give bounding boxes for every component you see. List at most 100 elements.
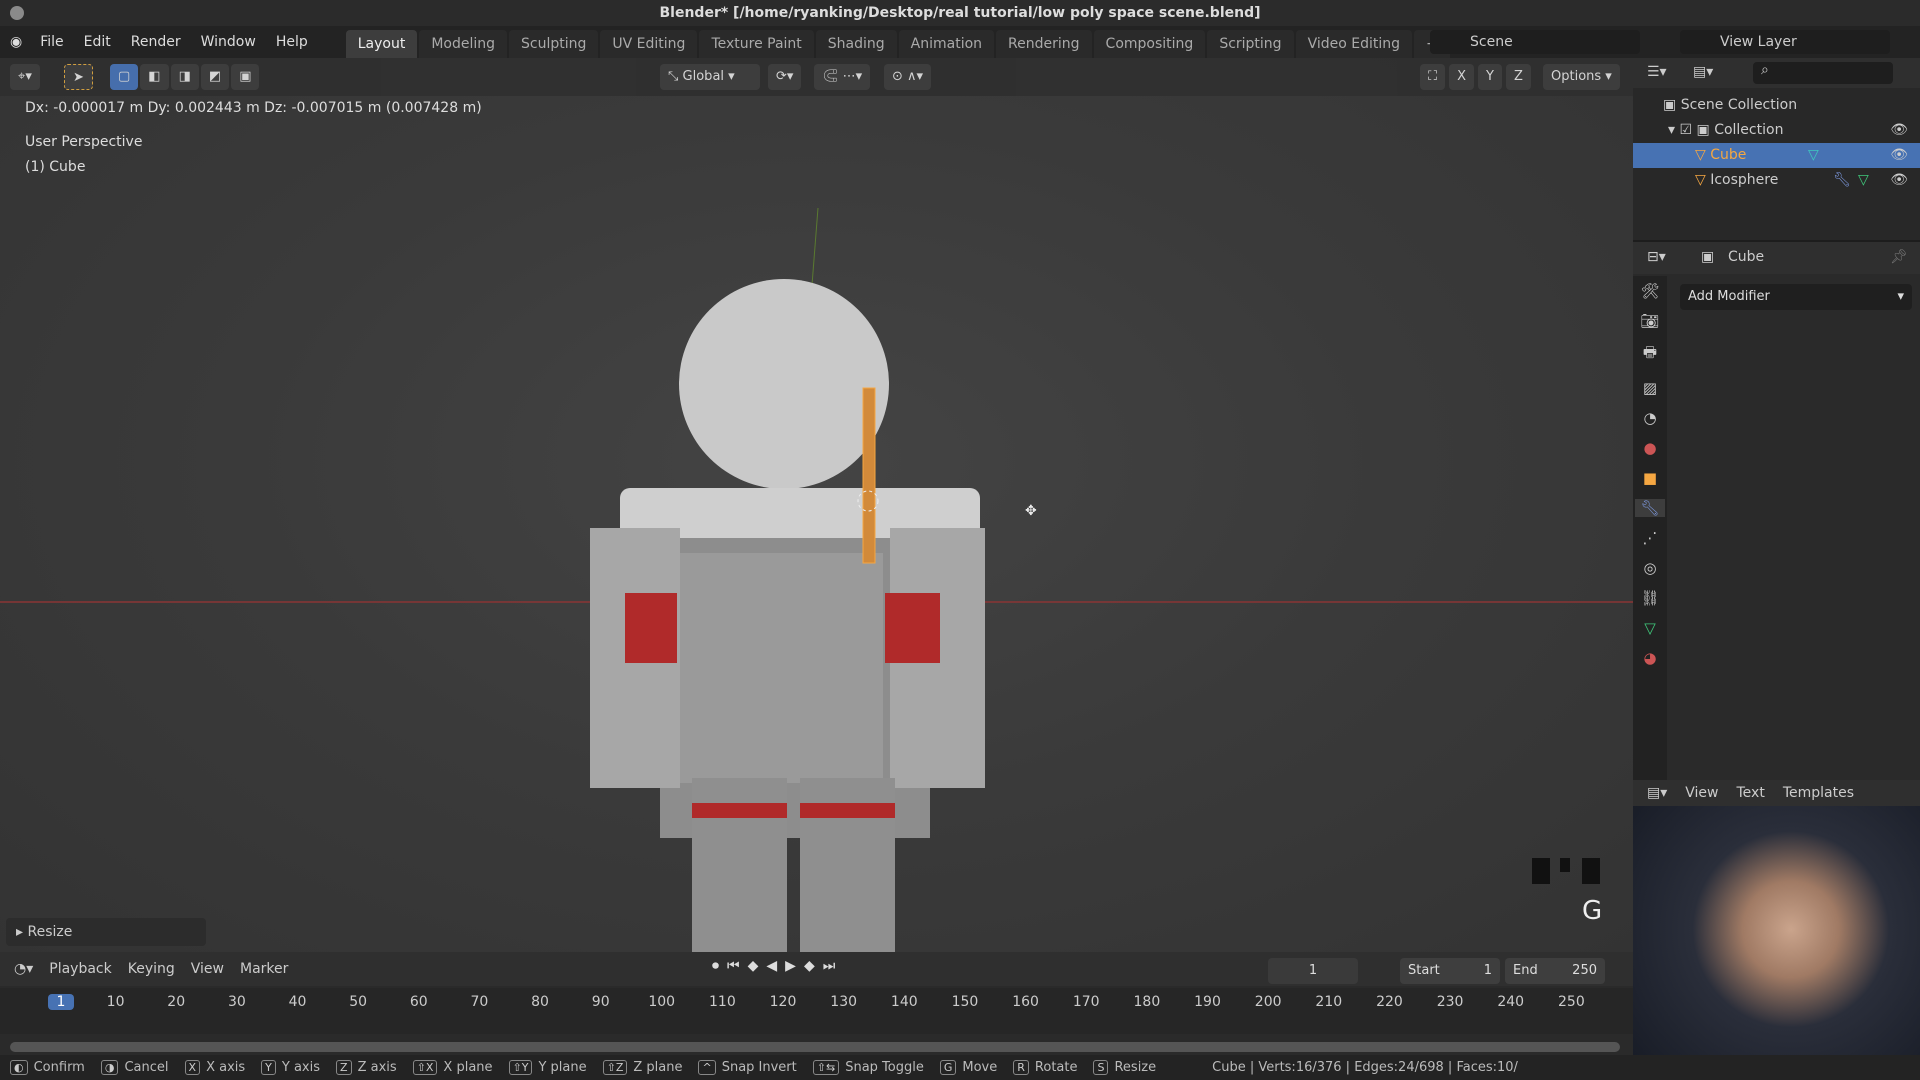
play-reverse-icon[interactable]: ◀: [766, 958, 777, 974]
scene-collection-row[interactable]: ▣ Scene Collection: [1633, 93, 1920, 118]
select-tool-icon[interactable]: ➤: [64, 64, 93, 90]
menu-render[interactable]: Render: [121, 34, 191, 50]
axis-x-toggle[interactable]: X: [1449, 64, 1475, 90]
menu-view[interactable]: View: [191, 961, 224, 977]
last-operator-panel[interactable]: ▸ Resize: [6, 918, 206, 946]
render-tab-icon[interactable]: 📷︎: [1640, 312, 1659, 330]
frame-tick: 210: [1315, 994, 1343, 1010]
jump-start-icon[interactable]: ⏮: [727, 958, 740, 974]
axis-z-toggle[interactable]: Z: [1505, 64, 1531, 90]
outliner-search-input[interactable]: ⌕: [1753, 62, 1893, 84]
tab-uv-editing[interactable]: UV Editing: [600, 30, 698, 58]
modifier-tab-icon[interactable]: 🔧︎: [1635, 499, 1665, 517]
end-frame-field[interactable]: End 250: [1505, 958, 1605, 984]
start-frame-field[interactable]: Start 1: [1400, 958, 1500, 984]
view-name: User Perspective: [25, 134, 143, 150]
constraints-tab-icon[interactable]: ⛓︎: [1640, 589, 1659, 607]
select-invert-icon[interactable]: ◩: [200, 64, 230, 90]
tab-animation[interactable]: Animation: [898, 30, 995, 58]
options-dropdown[interactable]: Options ▾: [1543, 64, 1620, 90]
frame-tick: 160: [1012, 994, 1039, 1010]
select-intersect-icon[interactable]: ▣: [231, 64, 260, 90]
select-extend-icon[interactable]: ◧: [140, 64, 169, 90]
editor-type-icon[interactable]: ⊟▾: [1647, 249, 1666, 265]
menu-window[interactable]: Window: [191, 34, 266, 50]
physics-tab-icon[interactable]: ◎: [1643, 559, 1656, 577]
transform-orientation-dropdown[interactable]: ⤡ Global ▾: [660, 64, 760, 90]
tab-video-editing[interactable]: Video Editing: [1295, 30, 1413, 58]
3d-viewport[interactable]: ⌖▾ ➤ ▢ ◧ ◨ ◩ ▣ ⤡ Global ▾ ⟳▾ 🧲︎ ⋯▾ ⊙ ∧▾ …: [0, 58, 1633, 952]
menu-playback[interactable]: Playback: [49, 961, 111, 977]
playback-controls: ⏺ ⏮ ◆ ◀ ▶ ◆ ⏭: [712, 958, 835, 974]
scene-selector[interactable]: Scene: [1430, 30, 1640, 54]
data-tab-icon[interactable]: ▽: [1644, 619, 1656, 637]
left-arm-band: [625, 593, 677, 663]
particles-tab-icon[interactable]: ⋰: [1643, 529, 1658, 547]
play-icon[interactable]: ▶: [785, 958, 796, 974]
object-tab-icon[interactable]: ■: [1643, 469, 1657, 487]
wrench-icon[interactable]: 🔧︎: [1833, 168, 1851, 193]
editor-type-icon[interactable]: ◔▾: [14, 961, 33, 977]
tab-modeling[interactable]: Modeling: [419, 30, 508, 58]
menu-file[interactable]: File: [30, 34, 73, 50]
eye-icon[interactable]: 👁︎: [1890, 168, 1908, 193]
tab-shading[interactable]: Shading: [815, 30, 897, 58]
close-window-icon[interactable]: [10, 6, 24, 20]
display-mode-icon[interactable]: ☰▾: [1647, 64, 1667, 80]
start-value: 1: [1483, 963, 1492, 978]
proportional-edit-icon[interactable]: ⊙ ∧▾: [884, 64, 932, 90]
menu-templates[interactable]: Templates: [1783, 785, 1854, 801]
pin-icon[interactable]: 📌︎: [1890, 249, 1908, 265]
frame-ruler[interactable]: 1 10 20 30 40 50 60 70 80 90 100 110 120 130 140 150 160…: [0, 988, 1633, 1034]
record-icon[interactable]: ⏺: [712, 958, 719, 974]
tab-compositing[interactable]: Compositing: [1093, 30, 1206, 58]
view-layer-name: View Layer: [1720, 34, 1797, 50]
filter-icon[interactable]: ▤▾: [1693, 64, 1713, 80]
eye-icon[interactable]: 👁︎: [1890, 143, 1908, 168]
timeline-scrollbar[interactable]: [10, 1042, 1620, 1052]
view-layer-selector[interactable]: View Layer: [1680, 30, 1890, 54]
world-tab-icon[interactable]: ●: [1643, 439, 1656, 457]
jump-end-icon[interactable]: ⏭: [823, 958, 836, 974]
tool-tab-icon[interactable]: 🛠︎: [1640, 282, 1659, 300]
menu-keying[interactable]: Keying: [128, 961, 175, 977]
material-tab-icon[interactable]: ◕: [1643, 649, 1656, 667]
menu-view[interactable]: View: [1685, 785, 1718, 801]
mesh-data-icon[interactable]: ▽: [1858, 168, 1869, 193]
tab-rendering[interactable]: Rendering: [996, 30, 1092, 58]
eye-icon[interactable]: 👁︎: [1890, 118, 1908, 143]
menu-text[interactable]: Text: [1737, 785, 1765, 801]
tab-sculpting[interactable]: Sculpting: [509, 30, 599, 58]
menu-help[interactable]: Help: [266, 34, 318, 50]
icosphere-label: Icosphere: [1710, 172, 1779, 188]
view-layer-tab-icon[interactable]: ▨: [1643, 379, 1657, 397]
pivot-point-icon[interactable]: ⟳▾: [768, 64, 802, 90]
blender-logo-icon[interactable]: ◉: [10, 34, 22, 50]
frame-tick: 30: [227, 994, 246, 1010]
prev-keyframe-icon[interactable]: ◆: [748, 958, 759, 974]
tab-texture-paint[interactable]: Texture Paint: [699, 30, 814, 58]
select-new-icon[interactable]: ▢: [110, 64, 139, 90]
menu-marker[interactable]: Marker: [240, 961, 288, 977]
gizmo-icon[interactable]: ⛶: [1420, 64, 1446, 90]
current-frame-field[interactable]: 1: [1268, 958, 1358, 984]
outliner-item-cube[interactable]: ▽ Cube ▽ 👁︎: [1633, 143, 1920, 168]
snap-icon[interactable]: 🧲︎ ⋯▾: [814, 64, 871, 90]
collection-icon: ▣: [1663, 97, 1681, 113]
checkbox-icon[interactable]: ☑: [1679, 122, 1692, 138]
output-tab-icon[interactable]: 🖶: [1643, 342, 1657, 367]
next-keyframe-icon[interactable]: ◆: [804, 958, 815, 974]
tab-scripting[interactable]: Scripting: [1207, 30, 1294, 58]
scene-tab-icon[interactable]: ◔: [1643, 409, 1656, 427]
editor-type-icon[interactable]: ▤▾: [1647, 785, 1667, 801]
collection-row[interactable]: ▾ ☑ ▣ Collection 👁︎: [1633, 118, 1920, 143]
frame-tick: 80: [531, 994, 549, 1010]
add-modifier-dropdown[interactable]: Add Modifier ▾: [1680, 284, 1912, 310]
axis-y-toggle[interactable]: Y: [1478, 64, 1502, 90]
menu-edit[interactable]: Edit: [74, 34, 121, 50]
outliner-item-icosphere[interactable]: ▽ Icosphere 🔧︎ ▽ 👁︎: [1633, 168, 1920, 193]
select-subtract-icon[interactable]: ◨: [170, 64, 199, 90]
tab-layout[interactable]: Layout: [345, 30, 418, 58]
editor-type-icon[interactable]: ⌖▾: [10, 64, 40, 90]
mesh-data-icon[interactable]: ▽: [1808, 143, 1819, 168]
